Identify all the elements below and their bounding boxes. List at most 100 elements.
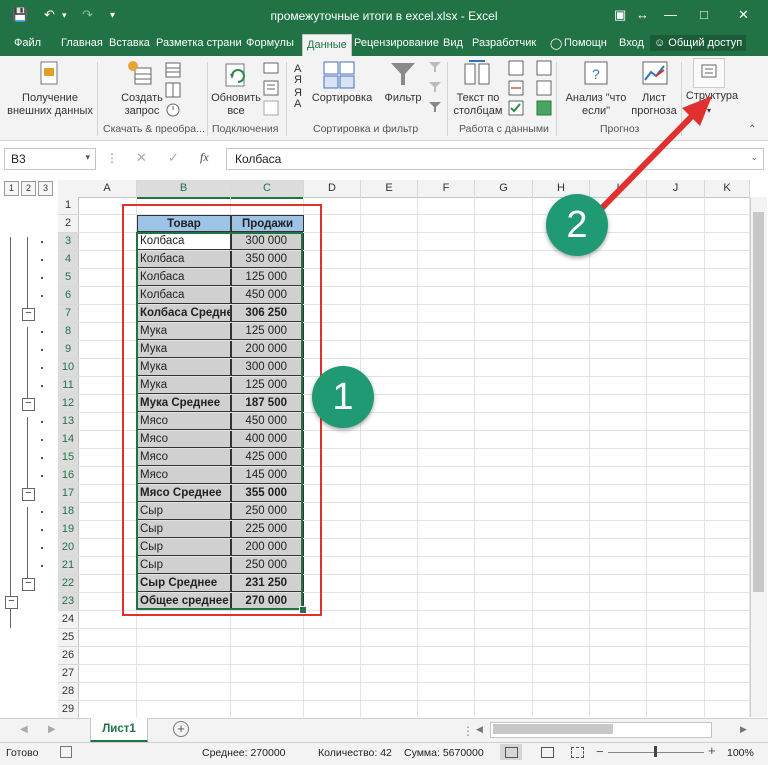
row-header-23[interactable]: 23 — [58, 593, 79, 611]
advanced-filter-icon[interactable] — [428, 100, 442, 114]
flash-fill-icon[interactable] — [508, 60, 524, 76]
refresh-all-button[interactable]: Обновить все — [208, 92, 264, 118]
outline-level-3-button[interactable]: 3 — [38, 181, 53, 196]
hscroll-split-icon[interactable]: ⋮ — [462, 724, 474, 738]
show-queries-icon[interactable] — [165, 62, 181, 78]
tab-file[interactable]: Файл — [14, 37, 41, 49]
column-header-d[interactable]: D — [304, 180, 361, 198]
new-query-icon[interactable] — [125, 58, 155, 88]
row-header-28[interactable]: 28 — [58, 683, 79, 701]
refresh-all-icon[interactable] — [222, 60, 252, 90]
hscroll-left-icon[interactable]: ◀ — [476, 724, 483, 735]
data-model-icon[interactable] — [536, 100, 552, 116]
row-header-15[interactable]: 15 — [58, 449, 79, 467]
row-header-18[interactable]: 18 — [58, 503, 79, 521]
row-header-8[interactable]: 8 — [58, 323, 79, 341]
row-header-12[interactable]: 12 — [58, 395, 79, 413]
insert-function-icon[interactable]: fx — [200, 150, 209, 165]
tab-formulas[interactable]: Формулы — [246, 37, 294, 49]
new-query-button[interactable]: Создать запрос — [112, 92, 172, 118]
row-header-22[interactable]: 22 — [58, 575, 79, 593]
cancel-icon[interactable]: ✕ — [136, 150, 147, 166]
collapse-group-button[interactable]: − — [22, 578, 35, 591]
sheet-tab-1[interactable]: Лист1 — [90, 718, 148, 742]
get-external-data-button[interactable]: Получение внешних данных — [6, 92, 94, 118]
filter-icon[interactable] — [389, 60, 417, 88]
vertical-scroll-thumb[interactable] — [753, 212, 764, 592]
row-header-25[interactable]: 25 — [58, 629, 79, 647]
collapse-group-button[interactable]: − — [22, 398, 35, 411]
tab-sign-in[interactable]: Вход — [619, 37, 644, 49]
column-header-f[interactable]: F — [418, 180, 475, 198]
row-header-27[interactable]: 27 — [58, 665, 79, 683]
enter-icon[interactable]: ✓ — [168, 150, 179, 166]
outline-level-1-button[interactable]: 1 — [4, 181, 19, 196]
sort-za-icon[interactable]: ЯA — [294, 88, 302, 110]
sort-button[interactable]: Сортировка — [310, 92, 374, 105]
column-header-e[interactable]: E — [361, 180, 418, 198]
column-header-g[interactable]: G — [475, 180, 533, 198]
row-header-10[interactable]: 10 — [58, 359, 79, 377]
remove-duplicates-icon[interactable] — [508, 80, 524, 96]
ribbon-display-options-icon[interactable]: ▣ — [614, 7, 626, 23]
sort-az-icon[interactable]: AЯ — [294, 64, 302, 86]
text-to-columns-icon[interactable] — [463, 58, 493, 88]
hscroll-right-icon[interactable]: ▶ — [740, 724, 747, 735]
sheet-next-icon[interactable]: ▶ — [48, 724, 56, 735]
row-header-26[interactable]: 26 — [58, 647, 79, 665]
row-header-14[interactable]: 14 — [58, 431, 79, 449]
data-validation-icon[interactable] — [508, 100, 524, 116]
name-box-dropdown-icon[interactable]: ▾ — [85, 152, 90, 163]
collapse-all-button[interactable]: − — [5, 596, 18, 609]
tab-developer[interactable]: Разработчик — [472, 37, 536, 49]
column-header-a[interactable]: A — [78, 180, 137, 198]
tab-home[interactable]: Главная — [61, 37, 103, 49]
properties-icon[interactable] — [263, 80, 279, 96]
forecast-sheet-icon[interactable] — [640, 58, 670, 88]
text-to-columns-button[interactable]: Текст по столбцам — [452, 92, 504, 118]
row-header-4[interactable]: 4 — [58, 251, 79, 269]
maximize-icon[interactable]: □ — [700, 7, 708, 22]
minimize-icon[interactable]: — — [664, 7, 677, 22]
page-break-view-icon[interactable] — [571, 747, 584, 758]
status-sum[interactable]: Сумма: 5670000 — [404, 747, 484, 759]
reapply-icon[interactable] — [428, 80, 442, 94]
zoom-level[interactable]: 100% — [727, 747, 754, 759]
fullscreen-icon[interactable]: ↔ — [636, 7, 649, 22]
from-table-icon[interactable] — [165, 82, 181, 98]
outline-level-2-button[interactable]: 2 — [21, 181, 36, 196]
row-header-24[interactable]: 24 — [58, 611, 79, 629]
add-sheet-icon[interactable]: + — [173, 721, 189, 737]
clear-filter-icon[interactable] — [428, 60, 442, 74]
status-average[interactable]: Среднее: 270000 — [202, 747, 286, 759]
row-header-6[interactable]: 6 — [58, 287, 79, 305]
expand-formula-icon[interactable]: ⌄ — [750, 152, 758, 163]
edit-links-icon[interactable] — [263, 100, 279, 116]
relationships-icon[interactable] — [536, 80, 552, 96]
outline-icon[interactable] — [700, 62, 718, 80]
column-header-b[interactable]: B — [137, 180, 231, 199]
row-header-13[interactable]: 13 — [58, 413, 79, 431]
column-header-c[interactable]: C — [231, 180, 304, 199]
what-if-icon[interactable]: ? — [582, 58, 612, 88]
horizontal-scroll-thumb[interactable] — [493, 724, 613, 734]
recent-sources-icon[interactable] — [165, 102, 181, 118]
tab-view[interactable]: Вид — [443, 37, 463, 49]
formula-bar-options-icon[interactable]: ⋮ — [106, 151, 118, 165]
row-header-29[interactable]: 29 — [58, 701, 79, 719]
collapse-group-button[interactable]: − — [22, 488, 35, 501]
row-header-2[interactable]: 2 — [58, 215, 79, 233]
zoom-in-icon[interactable]: + — [708, 743, 716, 758]
select-all-corner[interactable] — [58, 180, 79, 198]
page-layout-view-icon[interactable] — [541, 747, 554, 758]
share-button[interactable]: ☺ Общий доступ — [650, 35, 747, 51]
collapse-ribbon-icon[interactable]: ⌃ — [748, 124, 756, 135]
row-header-5[interactable]: 5 — [58, 269, 79, 287]
row-header-17[interactable]: 17 — [58, 485, 79, 503]
row-header-7[interactable]: 7 — [58, 305, 79, 323]
row-header-3[interactable]: 3 — [58, 233, 79, 251]
row-header-11[interactable]: 11 — [58, 377, 79, 395]
row-header-20[interactable]: 20 — [58, 539, 79, 557]
fill-handle[interactable] — [299, 606, 307, 614]
status-count[interactable]: Количество: 42 — [318, 747, 392, 759]
